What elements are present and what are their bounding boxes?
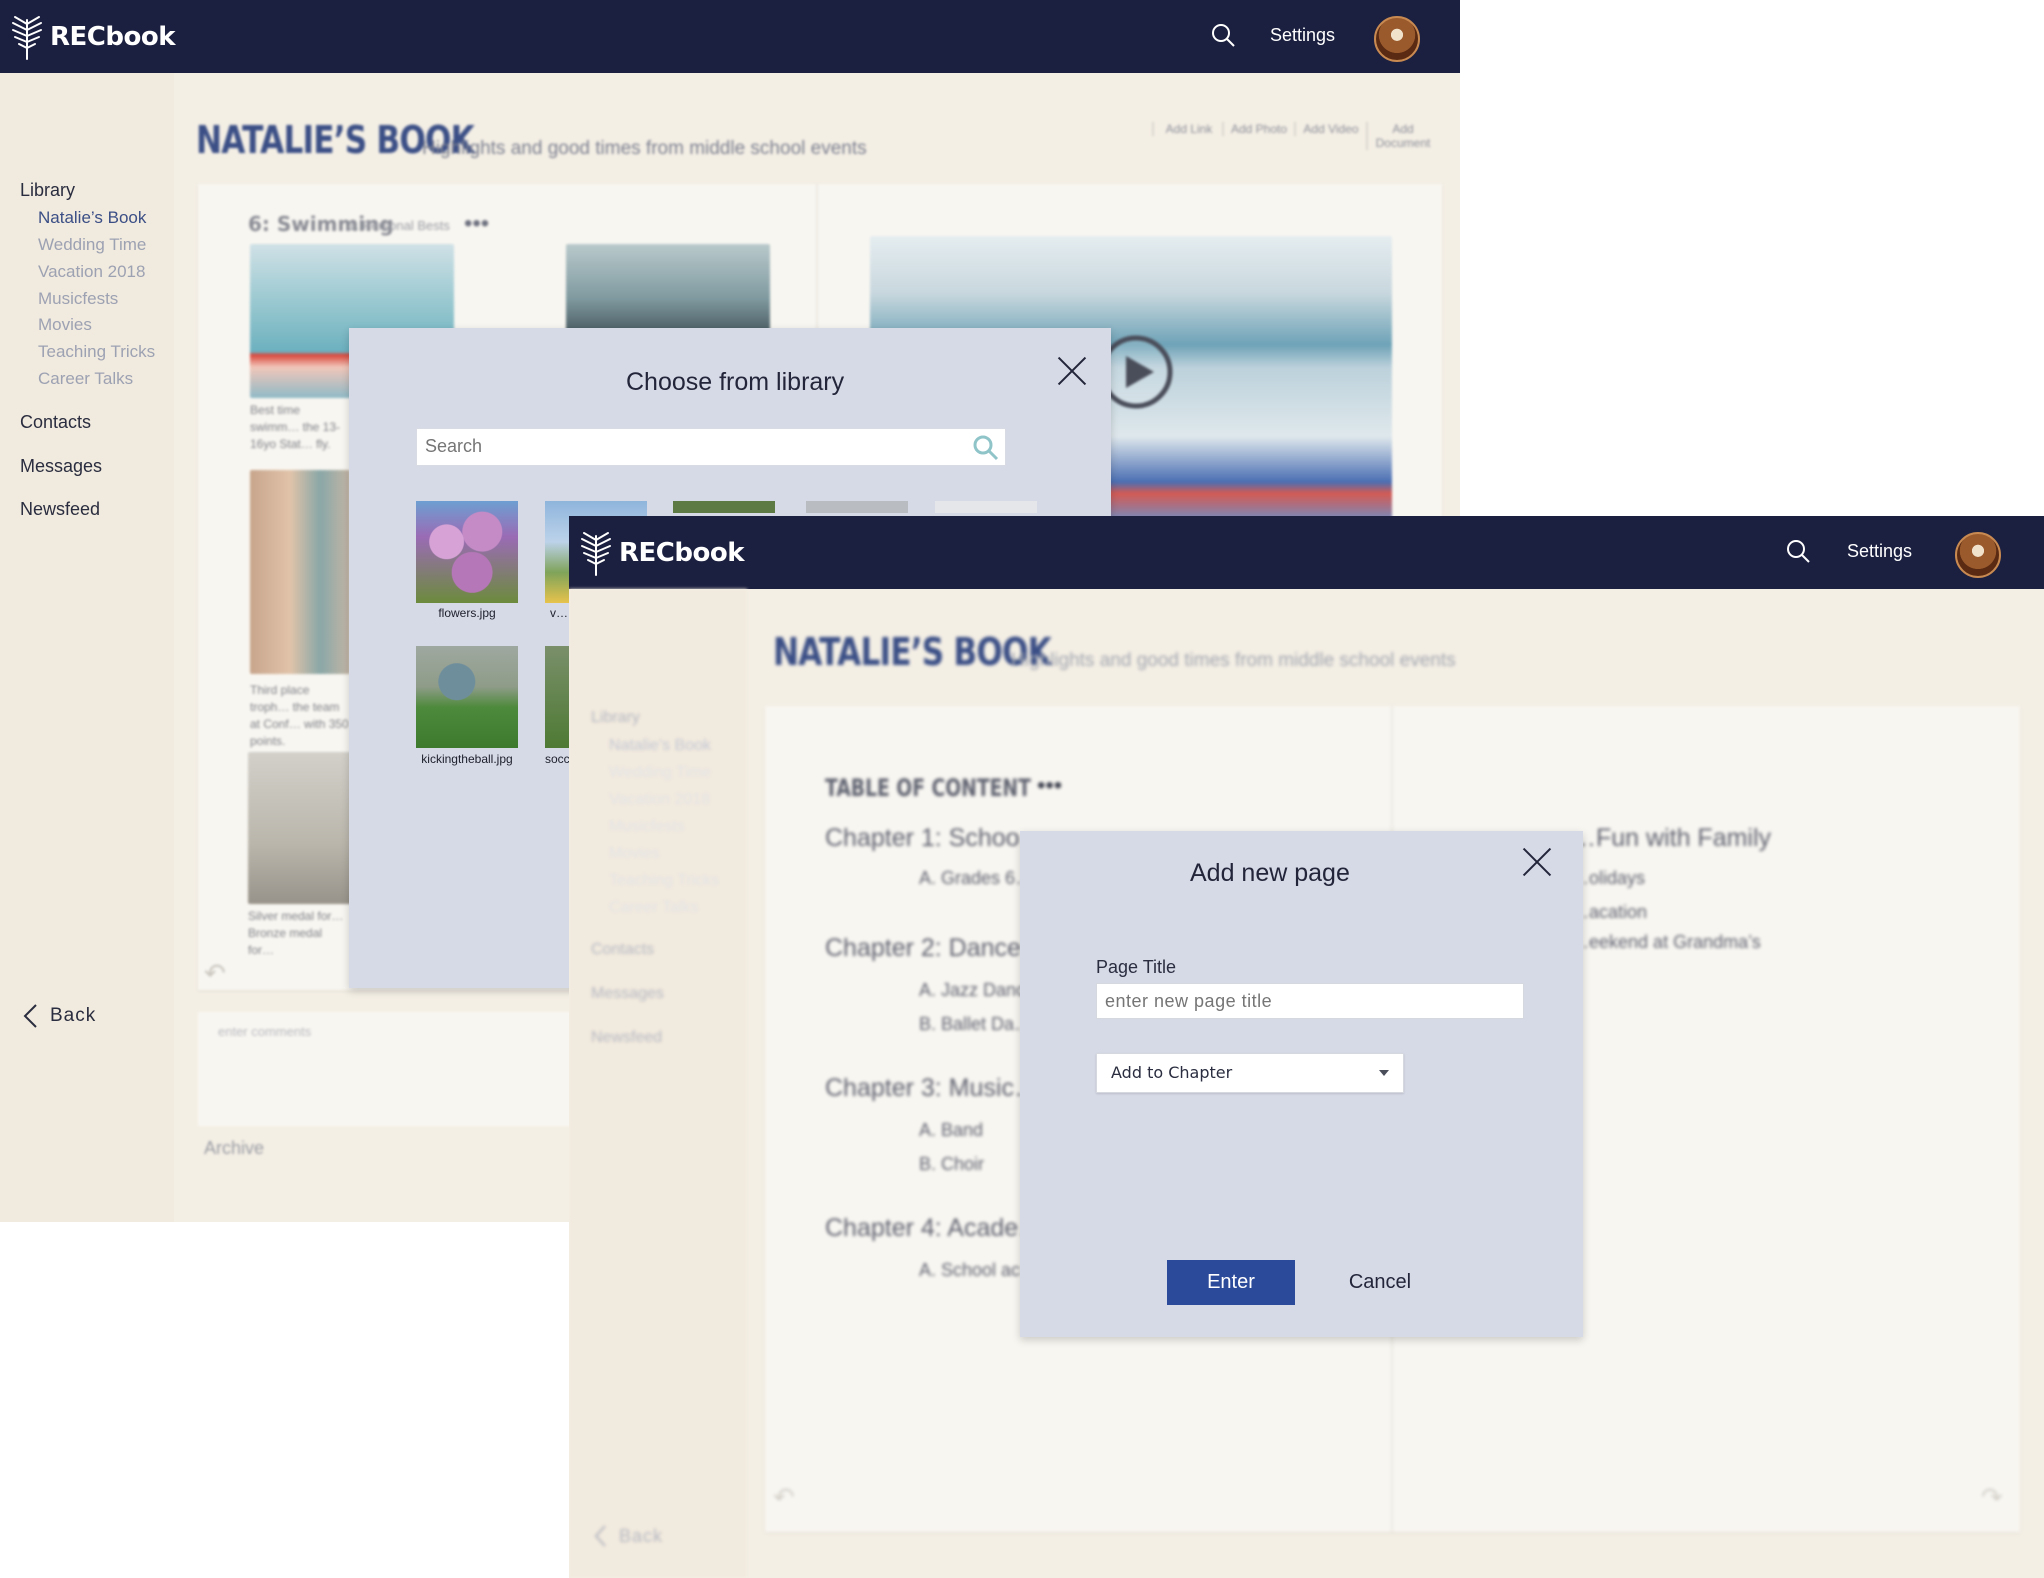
thumbnail-caption: socc… [545, 752, 569, 766]
chapter-title[interactable]: Chapter 1: Schoo… [825, 824, 1045, 853]
section-item[interactable]: B. Ballet Da… [919, 1014, 1032, 1035]
back-button[interactable]: Back [593, 1524, 663, 1548]
sidebar-item-movies[interactable]: Movies [609, 845, 660, 863]
thumbnail-kickingtheball[interactable] [416, 646, 518, 748]
sidebar-item-musicfests[interactable]: Musicfests [609, 818, 685, 836]
caption-medal: Silver medal for… Bronze medal for… [248, 909, 344, 957]
screen-add-page: RECbook Settings Library Natalie’s Book … [569, 516, 2044, 1578]
chevron-left-icon [594, 1525, 606, 1547]
dropdown-arrow-icon [1379, 1070, 1389, 1076]
back-label: Back [619, 1525, 664, 1546]
sidebar-item-vacation-2018[interactable]: Vacation 2018 [609, 791, 710, 809]
page-subheading: 1. Personal Bests [348, 218, 450, 233]
chapter-select[interactable]: Add to Chapter [1096, 1053, 1404, 1093]
more-options-icon[interactable]: ••• [1037, 772, 1062, 800]
enter-button[interactable]: Enter [1167, 1260, 1295, 1305]
team-photo[interactable] [250, 470, 350, 674]
search-icon[interactable] [971, 433, 999, 461]
chapter-title[interactable]: Chapter 2: Dance… [825, 934, 1046, 963]
add-photo-button[interactable]: Add Photo [1222, 122, 1294, 136]
archive-link[interactable]: Archive [204, 1138, 264, 1159]
caption-trophy: Third place troph… the team at Conf… wit… [250, 683, 349, 748]
section-item[interactable]: A. Band [919, 1120, 983, 1141]
library-search-field[interactable] [416, 428, 1006, 466]
thumbnail-flowers[interactable] [416, 501, 518, 603]
sidebar-newsfeed[interactable]: Newsfeed [591, 1029, 662, 1047]
add-document-button[interactable]: Add Document [1366, 122, 1438, 150]
sidebar: Library Natalie’s Book Wedding Time Vaca… [569, 589, 747, 1578]
toc-heading: TABLE OF CONTENT [825, 774, 1031, 802]
close-icon[interactable] [1057, 356, 1087, 386]
chapter-title[interactable]: …Fun with Family [1571, 824, 1771, 853]
nav-back-arrow-icon[interactable]: ↶ [773, 1482, 795, 1513]
nav-back-arrow-icon[interactable]: ↶ [204, 958, 226, 989]
thumbnail-caption: kickingtheball.jpg [421, 752, 513, 766]
thumbnail-4[interactable] [806, 501, 908, 513]
add-video-button[interactable]: Add Video [1294, 122, 1366, 136]
comment-box[interactable]: enter comments [198, 1012, 598, 1126]
sidebar-item-teaching-tricks[interactable]: Teaching Tricks [609, 872, 719, 890]
section-item[interactable]: B. Choir [919, 1154, 984, 1175]
thumbnail-3[interactable] [673, 501, 775, 513]
thumbnail-soccer[interactable] [545, 646, 569, 748]
thumbnail-5[interactable] [935, 501, 1037, 513]
sidebar-item-career-talks[interactable]: Career Talks [609, 899, 699, 917]
section-item[interactable]: …eekend at Grandma’s [1571, 932, 1761, 953]
more-options-icon[interactable]: ••• [464, 210, 489, 238]
thumbnail-caption: flowers.jpg [438, 606, 496, 620]
sidebar-item-wedding-time[interactable]: Wedding Time [609, 764, 711, 782]
page-title-label: Page Title [1096, 957, 1177, 977]
comment-placeholder: enter comments [218, 1024, 312, 1039]
nav-forward-arrow-icon[interactable]: ↷ [1981, 1482, 2003, 1513]
book-subtitle: Highlights and good times from middle sc… [422, 138, 867, 159]
sidebar-item-natalies-book[interactable]: Natalie’s Book [609, 737, 711, 755]
library-modal-title: Choose from library [626, 368, 845, 396]
search-input[interactable] [417, 429, 973, 463]
sidebar-contacts[interactable]: Contacts [591, 941, 654, 959]
section-item[interactable]: A. Grades 6… [919, 868, 1033, 889]
medal-photo[interactable] [248, 752, 352, 904]
sidebar-library[interactable]: Library [591, 709, 640, 727]
add-page-modal-title: Add new page [1190, 859, 1350, 887]
sidebar-messages[interactable]: Messages [591, 985, 664, 1003]
chapter-title[interactable]: Chapter 3: Music… [825, 1074, 1039, 1103]
book-title: NATALIE’S BOOK [773, 630, 1052, 674]
scoreboard-photo[interactable] [566, 244, 770, 334]
chapter-select-value: Add to Chapter [1111, 1063, 1233, 1082]
add-link-button[interactable]: Add Link [1152, 122, 1224, 136]
cancel-button[interactable]: Cancel [1325, 1260, 1435, 1305]
book-subtitle: Highlights and good times from middle sc… [1011, 650, 1456, 671]
caption-swim: Best time swimm… the 13-16yo Stat… fly. [250, 403, 341, 451]
chapter-title[interactable]: Chapter 4: Acade… [825, 1214, 1043, 1243]
add-page-modal: Add new page Page Title Add to Chapter E… [1020, 831, 1583, 1337]
close-icon[interactable] [1522, 847, 1552, 877]
page-title-input[interactable] [1096, 983, 1524, 1019]
